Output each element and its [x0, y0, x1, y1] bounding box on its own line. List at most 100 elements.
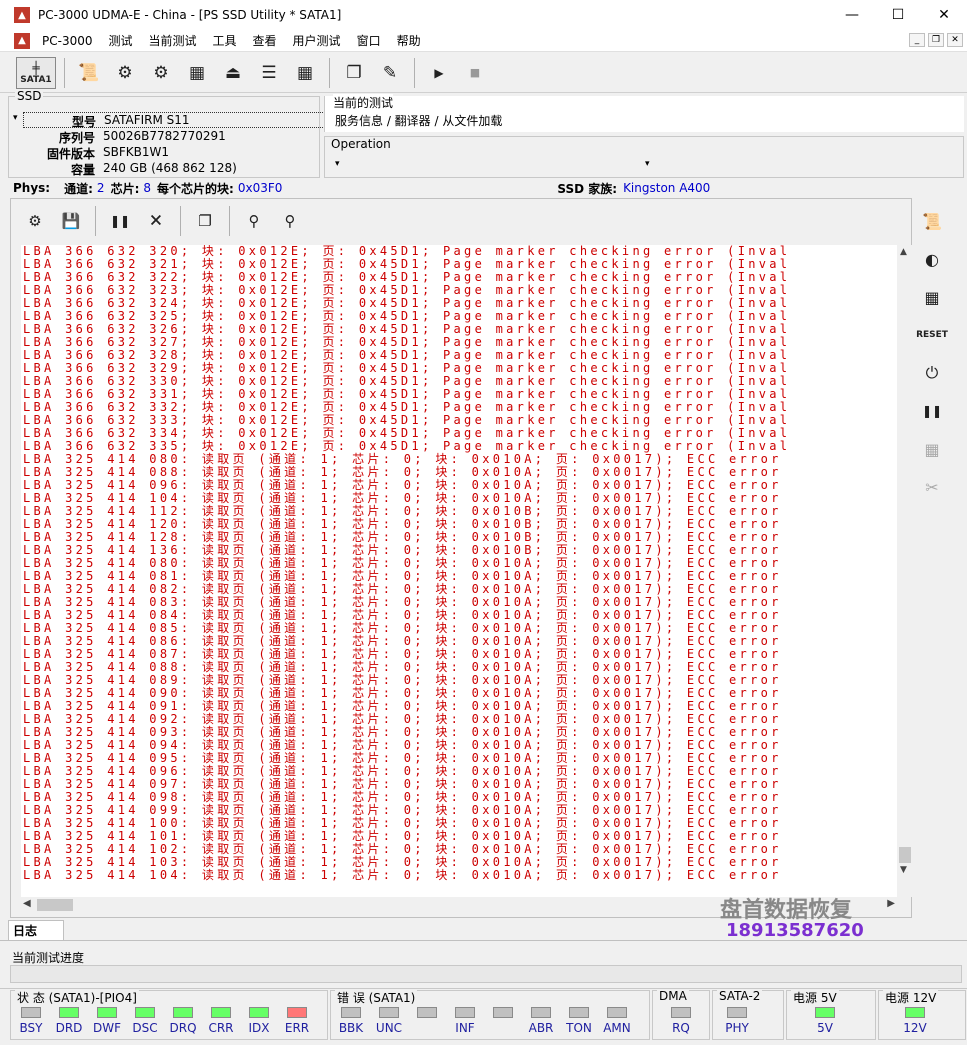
toolbar-separator: [229, 206, 230, 236]
mdi-restore-icon[interactable]: ❐: [928, 33, 944, 47]
status-led-label: PHY: [725, 1021, 749, 1035]
power-switch-icon[interactable]: ⏻: [916, 358, 948, 388]
mdi-close-icon[interactable]: ✕: [947, 33, 963, 47]
scroll-right-icon[interactable]: ▶: [887, 898, 895, 909]
log-lines-container: LBA 366 632 320; 块: 0x012E; 页: 0x45D1; P…: [21, 245, 913, 882]
log-text-area[interactable]: LBA 366 632 320; 块: 0x012E; 页: 0x45D1; P…: [21, 245, 913, 897]
copy-icon[interactable]: ❐: [189, 205, 221, 237]
mdi-minimize-icon[interactable]: _: [909, 33, 925, 47]
status-group-state: 状 态 (SATA1)-[PIO4] BSY DRD DWF DSC DRQ CRR IDX E…: [10, 989, 328, 1040]
status-led: [211, 1007, 231, 1018]
toolbar-separator: [95, 206, 96, 236]
clear-save-icon[interactable]: 🗙: [140, 205, 172, 237]
serial-label: 序列号: [58, 131, 95, 145]
status-led: [493, 1007, 513, 1018]
status-led: [531, 1007, 551, 1018]
status-group-p12: 电源 12V 12V: [878, 989, 966, 1040]
capacity-row: 容量 240 GB (468 862 128): [9, 161, 319, 177]
menu-view[interactable]: 查看: [245, 32, 285, 49]
maximize-button[interactable]: ☐: [875, 0, 921, 30]
chip-icon[interactable]: ▦: [181, 57, 213, 89]
menu-help[interactable]: 帮助: [389, 32, 429, 49]
operation-dropdown[interactable]: ▾ ▾: [335, 159, 655, 173]
reset-icon[interactable]: RESET: [916, 320, 948, 350]
menu-test[interactable]: 测试: [100, 32, 140, 49]
app-menu-icon[interactable]: ▲: [14, 32, 30, 49]
scroll-thumb[interactable]: [899, 847, 911, 863]
menu-tools[interactable]: 工具: [205, 32, 245, 49]
model-label: 型号: [71, 115, 96, 129]
status-led: [341, 1007, 361, 1018]
status-led: [249, 1007, 269, 1018]
status-group-label: 电源 12V: [883, 989, 939, 1006]
play-icon[interactable]: ▶: [423, 57, 455, 89]
status-group-label: 电源 5V: [791, 989, 839, 1006]
close-button[interactable]: ✕: [921, 0, 967, 30]
progress-label: 当前测试进度: [12, 951, 85, 965]
model-value: SATAFIRM S11: [104, 113, 190, 127]
sata-port-button[interactable]: ╪ SATA1: [16, 56, 56, 89]
find-next-icon[interactable]: ⚲: [274, 205, 306, 237]
toolbar-separator: [180, 206, 181, 236]
scroll-down-icon[interactable]: ▼: [900, 865, 907, 875]
vertical-scrollbar[interactable]: ▲ ▼: [897, 245, 913, 897]
menu-pc3000[interactable]: PC-3000: [34, 34, 100, 48]
windows-icon[interactable]: ❐: [338, 57, 370, 89]
channels-value: 2: [96, 181, 105, 195]
board-icon[interactable]: ▦: [916, 282, 948, 312]
chip-disabled-icon: ▦: [924, 439, 940, 459]
passport-icon[interactable]: 📜: [73, 57, 105, 89]
status-led: [97, 1007, 117, 1018]
gear-chip-icon[interactable]: ⚙: [109, 57, 141, 89]
passport-icon[interactable]: 📜: [916, 206, 948, 236]
status-led-label: DWF: [92, 1021, 121, 1035]
minimize-button[interactable]: —: [829, 0, 875, 30]
find-icon[interactable]: ⚲: [238, 205, 270, 237]
status-group-label: 状 态 (SATA1)-[PIO4]: [15, 989, 139, 1006]
log-line: LBA 325 414 104: 读取页 (通道: 1; 芯片: 0; 块: 0…: [23, 868, 782, 882]
hscroll-thumb[interactable]: [37, 899, 73, 911]
status-led: [727, 1007, 747, 1018]
status-group-error: 错 误 (SATA1) BBK UNC INF ABR TON AMN: [330, 989, 650, 1040]
status-led: [135, 1007, 155, 1018]
tool-icon[interactable]: ✎: [374, 57, 406, 89]
status-led-label: ABR: [528, 1021, 554, 1035]
list-icon[interactable]: ☰: [253, 57, 285, 89]
toolbar-separator: [329, 57, 330, 88]
status-led: [59, 1007, 79, 1018]
sata-port-label: SATA1: [20, 74, 52, 85]
toolbar-separator: [64, 57, 65, 88]
tab-log[interactable]: 日志: [8, 920, 64, 940]
status-led-label: 5V: [817, 1021, 833, 1035]
power-cycle-icon[interactable]: ◐: [916, 244, 948, 274]
table-icon[interactable]: ▦: [289, 57, 321, 89]
firmware-row: 固件版本 SBFKB1W1: [9, 145, 319, 161]
scroll-up-icon[interactable]: ▲: [900, 247, 907, 257]
save-icon[interactable]: 💾: [55, 205, 87, 237]
pause-icon[interactable]: ❚❚: [916, 396, 948, 426]
ssd-legend: SSD: [15, 89, 44, 103]
status-led: [455, 1007, 475, 1018]
blocks-per-chip-value: 0x03F0: [237, 181, 283, 195]
model-row[interactable]: 型号 SATAFIRM S11: [23, 112, 325, 129]
watermark-phone: 18913587620: [726, 920, 864, 941]
status-led: [21, 1007, 41, 1018]
channels-label: 通道:: [64, 181, 93, 196]
status-led: [905, 1007, 925, 1018]
chip-tools-icon[interactable]: ⚙: [145, 57, 177, 89]
menu-current-test[interactable]: 当前测试: [141, 32, 205, 49]
ruler-icon[interactable]: ⏏: [217, 57, 249, 89]
pause-icon[interactable]: ❚❚: [104, 205, 136, 237]
status-led-label: ERR: [284, 1021, 310, 1035]
ssd-dropdown-icon[interactable]: ▾: [13, 113, 18, 123]
status-led: [173, 1007, 193, 1018]
ssd-family-label: SSD 家族:: [557, 181, 618, 196]
chips-value: 8: [143, 181, 152, 195]
settings-icon[interactable]: ⚙: [19, 205, 51, 237]
menu-window[interactable]: 窗口: [349, 32, 389, 49]
scroll-left-icon[interactable]: ◀: [23, 898, 31, 909]
status-led: [569, 1007, 589, 1018]
menu-user-test[interactable]: 用户测试: [285, 32, 349, 49]
stop-icon[interactable]: ■: [459, 57, 491, 89]
status-group-label: DMA: [657, 989, 689, 1003]
